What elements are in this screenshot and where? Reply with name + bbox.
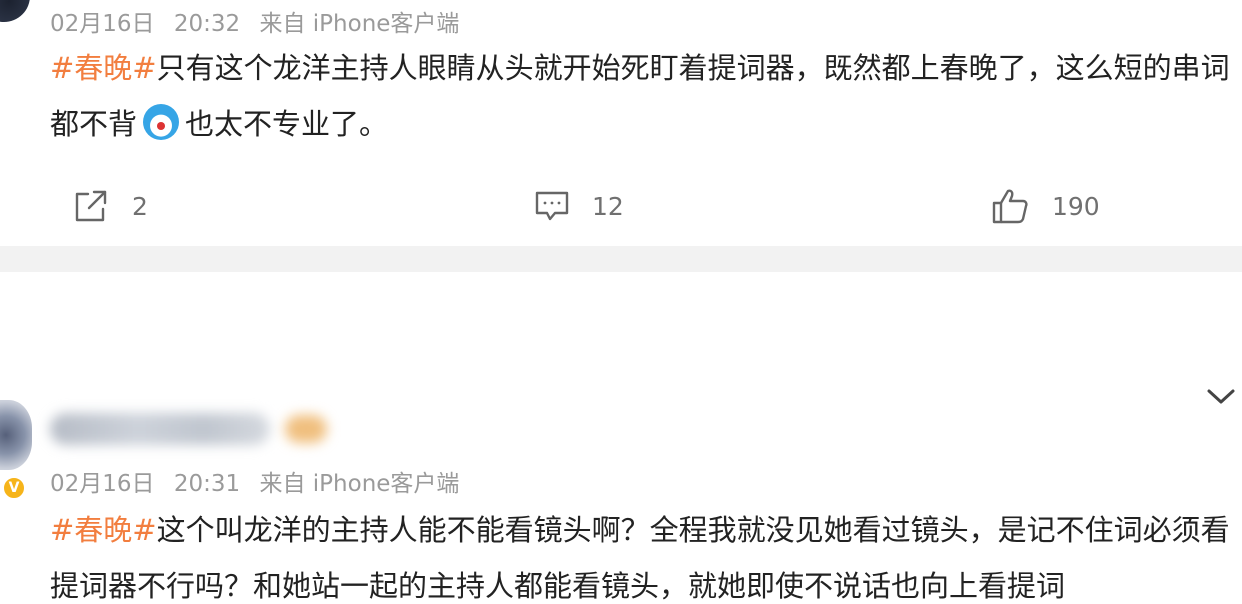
post-divider: [0, 246, 1242, 272]
post-source: 来自 iPhone客户端: [259, 471, 460, 497]
share-count: 2: [132, 191, 148, 221]
post-text-part-2: 也太不专业了。: [185, 107, 389, 141]
comment-button[interactable]: 12: [534, 176, 624, 236]
weibo-post-1: 02月16日 20:32 来自 iPhone客户端 #春晚#只有这个龙洋主持人眼…: [0, 0, 1242, 246]
like-count: 190: [1052, 191, 1100, 221]
like-button[interactable]: 190: [990, 176, 1100, 236]
username-blurred[interactable]: [50, 413, 270, 445]
like-icon: [992, 189, 1028, 224]
post-text: 这个叫龙洋的主持人能不能看镜头啊？全程我就没见她看过镜头，是记不住词必须看提词器…: [50, 513, 1230, 603]
vip-badge-blurred: [285, 415, 327, 443]
comment-count: 12: [592, 191, 624, 221]
action-bar: 2 12 190: [0, 176, 1242, 236]
post-date: 02月16日: [50, 11, 155, 37]
share-button[interactable]: 2: [72, 176, 148, 236]
doraemon-emoji-icon: [143, 104, 180, 140]
topic-link[interactable]: #春晚#: [50, 513, 157, 547]
avatar[interactable]: [0, 0, 30, 22]
post-content: #春晚#这个叫龙洋的主持人能不能看镜头啊？全程我就没见她看过镜头，是记不住词必须…: [50, 502, 1230, 604]
topic-link[interactable]: #春晚#: [50, 51, 157, 85]
post-date: 02月16日: [50, 471, 155, 497]
post-meta: 02月16日 20:32 来自 iPhone客户端: [50, 4, 459, 38]
post-source: 来自 iPhone客户端: [259, 11, 460, 37]
post-time: 20:32: [173, 11, 241, 37]
post-time: 20:31: [173, 471, 241, 497]
avatar[interactable]: [0, 400, 32, 470]
share-icon: [75, 190, 107, 222]
verified-icon: V: [2, 476, 26, 500]
post-meta: 02月16日 20:31 来自 iPhone客户端: [50, 464, 459, 498]
weibo-post-2: V 02月16日 20:31 来自 iPhone客户端 #春晚#这个叫龙洋的主持…: [0, 392, 1242, 604]
comment-icon: [535, 191, 569, 221]
post-content: #春晚#只有这个龙洋主持人眼睛从头就开始死盯着提词器，既然都上春晚了，这么短的串…: [50, 40, 1230, 152]
